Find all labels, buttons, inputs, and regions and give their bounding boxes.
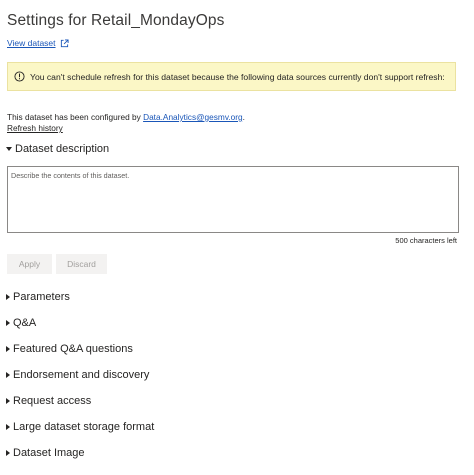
- caret-right-icon: [6, 424, 10, 430]
- section-label: Parameters: [13, 291, 70, 303]
- warning-text: You can't schedule refresh for this data…: [30, 71, 445, 82]
- view-dataset-label: View dataset: [7, 38, 56, 48]
- characters-left-counter: 500 characters left: [395, 236, 457, 245]
- caret-down-icon: [6, 147, 12, 151]
- discard-button[interactable]: Discard: [56, 254, 107, 274]
- apply-button[interactable]: Apply: [7, 254, 52, 274]
- view-dataset-link[interactable]: View dataset: [7, 38, 69, 48]
- section-label: Featured Q&A questions: [13, 343, 133, 355]
- configured-suffix: .: [242, 112, 245, 122]
- section-parameters[interactable]: Parameters: [6, 291, 70, 303]
- info-circle-icon: [14, 71, 25, 82]
- section-request-access[interactable]: Request access: [6, 395, 91, 407]
- caret-right-icon: [6, 294, 10, 300]
- section-label: Request access: [13, 395, 92, 407]
- caret-right-icon: [6, 320, 10, 326]
- section-dataset-image[interactable]: Dataset Image: [6, 447, 85, 459]
- section-label: Dataset Image: [13, 447, 85, 459]
- section-label: Q&A: [13, 317, 37, 329]
- caret-right-icon: [6, 398, 10, 404]
- section-label: Dataset description: [15, 143, 110, 155]
- owner-email-link[interactable]: Data.Analytics@gesmv.org: [143, 112, 243, 122]
- section-label: Endorsement and discovery: [13, 369, 150, 381]
- section-large-dataset-storage-format[interactable]: Large dataset storage format: [6, 421, 154, 433]
- refresh-warning-banner: You can't schedule refresh for this data…: [7, 62, 456, 91]
- section-dataset-description[interactable]: Dataset description: [6, 143, 109, 155]
- dataset-description-input[interactable]: [7, 166, 459, 233]
- section-label: Large dataset storage format: [13, 421, 155, 433]
- configured-prefix: This dataset has been configured by: [7, 112, 144, 122]
- caret-right-icon: [6, 372, 10, 378]
- caret-right-icon: [6, 346, 10, 352]
- section-endorsement-and-discovery[interactable]: Endorsement and discovery: [6, 369, 149, 381]
- refresh-history-link[interactable]: Refresh history: [7, 123, 63, 133]
- caret-right-icon: [6, 450, 10, 456]
- section-qna[interactable]: Q&A: [6, 317, 36, 329]
- section-featured-qna-questions[interactable]: Featured Q&A questions: [6, 343, 133, 355]
- external-link-icon: [60, 38, 69, 47]
- page-title: Settings for Retail_MondayOps: [7, 12, 225, 29]
- configured-by-text: This dataset has been configured by Data…: [7, 112, 245, 122]
